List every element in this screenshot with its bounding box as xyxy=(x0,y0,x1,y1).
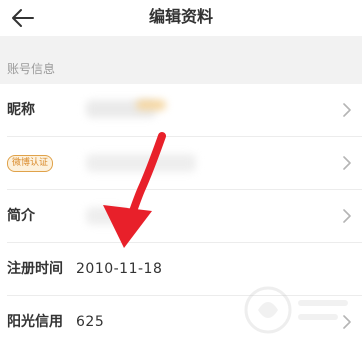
chevron-right-icon xyxy=(343,156,351,170)
registration-time-value: 2010-11-18 xyxy=(76,261,163,277)
nickname-value-blurred-accent xyxy=(136,100,166,110)
nickname-label: 昵称 xyxy=(7,102,35,118)
edit-profile-screen: 编辑资料 账号信息 昵称 微博认证 简介 注册时间 2010-11-18 阳光信… xyxy=(0,0,362,343)
row-nickname[interactable]: 昵称 xyxy=(0,84,362,137)
verification-value-blurred xyxy=(86,154,196,172)
watermark-logo xyxy=(244,286,348,334)
chevron-right-icon xyxy=(343,209,351,223)
row-bio[interactable]: 简介 xyxy=(0,190,362,243)
bio-value-blurred xyxy=(86,207,126,225)
page-title: 编辑资料 xyxy=(148,7,213,26)
top-nav-bar: 编辑资料 xyxy=(0,0,362,36)
registration-time-label: 注册时间 xyxy=(7,261,63,277)
section-label: 账号信息 xyxy=(7,62,56,76)
chevron-right-icon xyxy=(343,103,351,117)
sunshine-credit-value: 625 xyxy=(76,314,105,330)
bio-label: 简介 xyxy=(7,208,35,224)
row-weibo-verification[interactable]: 微博认证 xyxy=(0,137,362,190)
section-header: 账号信息 xyxy=(0,36,362,84)
sunshine-credit-label: 阳光信用 xyxy=(7,314,63,330)
weibo-verification-badge: 微博认证 xyxy=(7,155,54,172)
